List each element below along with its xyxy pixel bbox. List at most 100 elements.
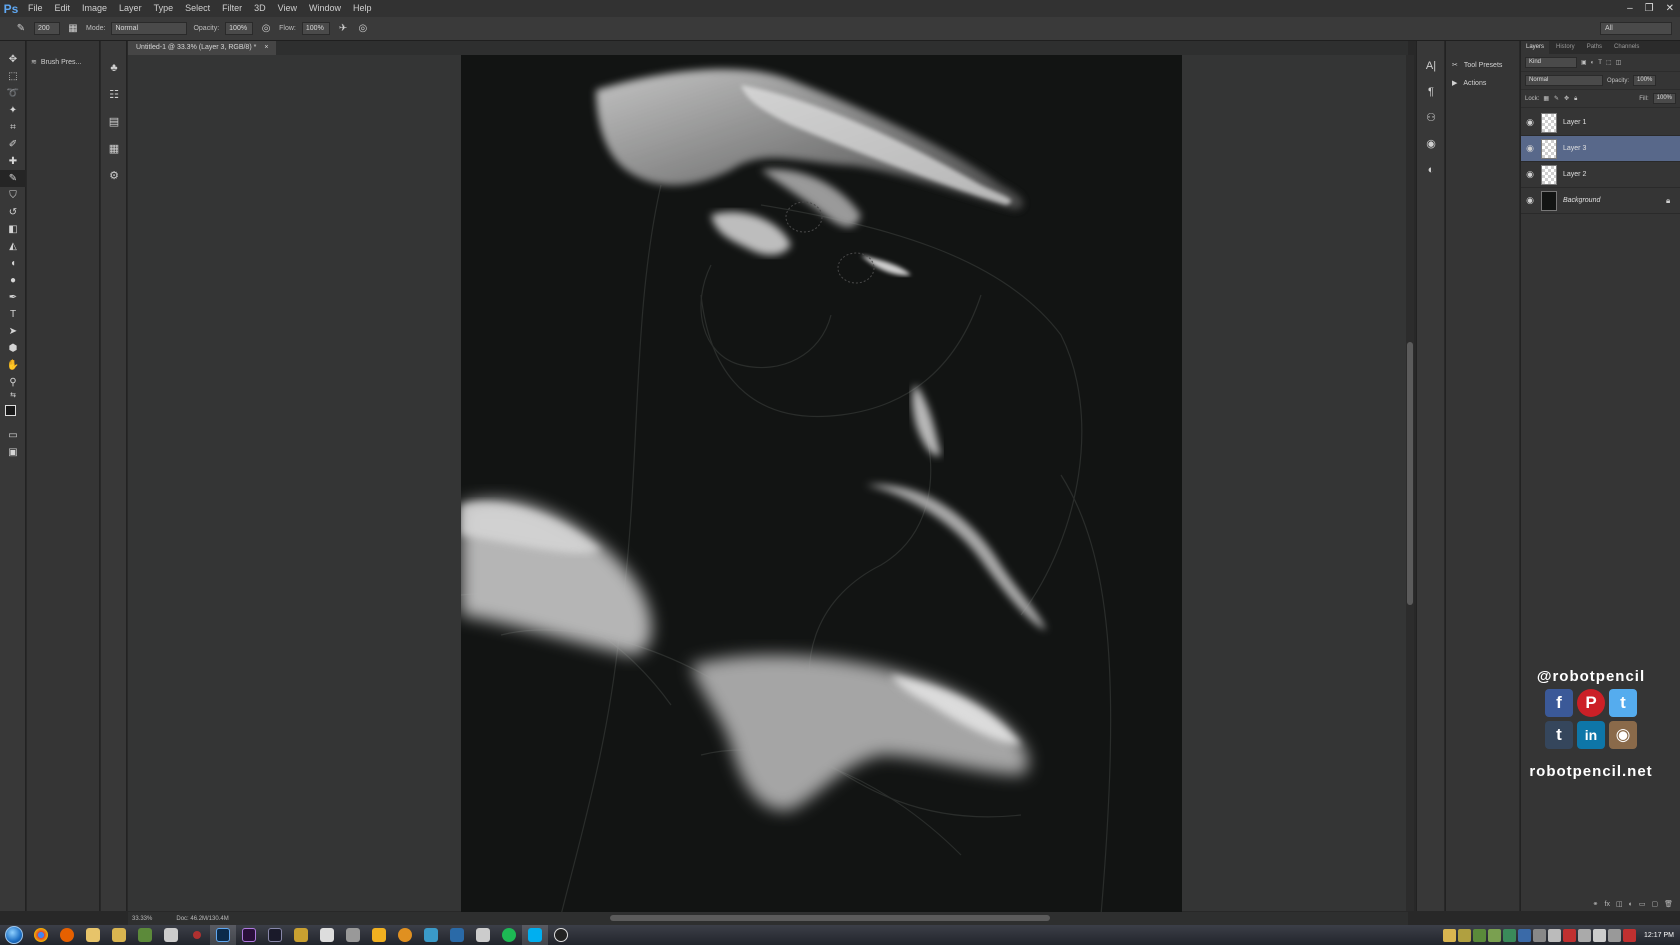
menu-window[interactable]: Window: [303, 0, 347, 17]
tab-layers[interactable]: Layers: [1521, 41, 1550, 54]
menu-edit[interactable]: Edit: [49, 0, 77, 17]
info-icon[interactable]: ◐: [1417, 157, 1445, 183]
tray-icon[interactable]: [1503, 928, 1517, 942]
properties-icon[interactable]: ▤: [101, 109, 127, 136]
vertical-scrollbar[interactable]: [1406, 55, 1414, 911]
mode-select[interactable]: Normal: [111, 22, 188, 35]
vertical-scroll-thumb[interactable]: [1407, 342, 1413, 605]
character-icon[interactable]: A|: [1417, 53, 1445, 79]
terminal-icon[interactable]: [262, 925, 288, 945]
clone-stamp-tool-icon[interactable]: ⛉: [0, 187, 26, 204]
tray-icon[interactable]: [1548, 928, 1562, 942]
hand-tool-icon[interactable]: ✋: [0, 357, 26, 374]
menu-type[interactable]: Type: [148, 0, 180, 17]
lock-app-icon[interactable]: [288, 925, 314, 945]
brush-tool-icon[interactable]: ✎: [0, 170, 26, 187]
horizontal-scrollbar[interactable]: [128, 914, 1406, 922]
crop-tool-icon[interactable]: ⌗: [0, 119, 26, 136]
menu-layer[interactable]: Layer: [113, 0, 148, 17]
delete-layer-icon[interactable]: 🗑︎: [1664, 900, 1673, 908]
tool-icon[interactable]: [340, 925, 366, 945]
history-brush-tool-icon[interactable]: ↺: [0, 204, 26, 221]
type-tool-icon[interactable]: T: [0, 306, 26, 323]
brush-size-picker[interactable]: 200: [34, 22, 60, 35]
horizontal-scroll-thumb[interactable]: [610, 915, 1050, 921]
document-tab[interactable]: Untitled-1 @ 33.3% (Layer 3, RGB/8) * ×: [128, 41, 277, 55]
new-group-icon[interactable]: ▭: [1639, 900, 1646, 908]
foreground-color-swatch[interactable]: [5, 405, 16, 416]
layer-row[interactable]: ◉ Layer 3: [1521, 136, 1680, 162]
screen-mode-icon[interactable]: ▣: [0, 444, 26, 461]
lock-icons[interactable]: ▦✎✥🔒︎: [1543, 95, 1582, 103]
clone-source-icon[interactable]: ⚇: [1417, 105, 1445, 131]
close-button[interactable]: ✕: [1666, 3, 1674, 14]
workspace-select[interactable]: All: [1600, 22, 1672, 35]
quick-mask-icon[interactable]: ▭: [0, 427, 26, 444]
visibility-eye-icon[interactable]: ◉: [1521, 143, 1539, 154]
navigator-icon[interactable]: ◉: [1417, 131, 1445, 157]
eraser-tool-icon[interactable]: ◧: [0, 221, 26, 238]
tray-icon[interactable]: [1473, 928, 1487, 942]
lasso-tool-icon[interactable]: ➰: [0, 85, 26, 102]
blend-mode-select[interactable]: Normal: [1525, 75, 1603, 86]
pressure-opacity-icon[interactable]: ◎: [259, 22, 273, 36]
paragraph-icon[interactable]: ¶: [1417, 79, 1445, 105]
volume-icon[interactable]: [1593, 928, 1607, 942]
calculator-icon[interactable]: [470, 925, 496, 945]
spotify-icon[interactable]: [496, 925, 522, 945]
restore-button[interactable]: ❐: [1645, 3, 1654, 14]
menu-image[interactable]: Image: [76, 0, 113, 17]
paint-bucket-tool-icon[interactable]: ◭: [0, 238, 26, 255]
tray-icon[interactable]: [1518, 928, 1532, 942]
chrome-icon[interactable]: [28, 925, 54, 945]
opacity-field[interactable]: 100%: [225, 22, 254, 35]
layer-opacity-field[interactable]: 100%: [1633, 75, 1657, 86]
zoom-tool-icon[interactable]: ⚲: [0, 374, 26, 391]
brush-tool-icon[interactable]: ✎: [14, 22, 28, 36]
brush-panel-toggle-icon[interactable]: ▦: [66, 22, 80, 36]
layer-style-icon[interactable]: fx: [1605, 901, 1610, 908]
flow-field[interactable]: 100%: [301, 22, 330, 35]
photoshop-task-icon[interactable]: [210, 925, 236, 945]
record-icon[interactable]: [184, 925, 210, 945]
link-layers-icon[interactable]: ⚭: [1593, 900, 1599, 908]
brush-presets-button[interactable]: ≋ Brush Pres...: [31, 54, 95, 70]
visibility-eye-icon[interactable]: ◉: [1521, 169, 1539, 180]
tray-icon[interactable]: [1488, 928, 1502, 942]
tray-icon[interactable]: [1458, 928, 1472, 942]
menu-filter[interactable]: Filter: [216, 0, 248, 17]
adjustments-icon[interactable]: ☷: [101, 82, 127, 109]
tab-channels[interactable]: Channels: [1609, 41, 1644, 54]
notes-icon[interactable]: [314, 925, 340, 945]
tray-icon[interactable]: [1623, 928, 1637, 942]
dodge-tool-icon[interactable]: ●: [0, 272, 26, 289]
tray-icon[interactable]: [1443, 928, 1457, 942]
document-tab-close[interactable]: ×: [264, 41, 268, 55]
tool-presets-button[interactable]: ✂ Tool Presets: [1446, 56, 1519, 74]
fill-field[interactable]: 100%: [1652, 93, 1676, 104]
swatches-icon[interactable]: ▦: [101, 136, 127, 163]
airbrush-icon[interactable]: ✈: [336, 22, 350, 36]
minimize-button[interactable]: –: [1627, 3, 1633, 14]
layer-row[interactable]: ◉ Background 🔒︎: [1521, 188, 1680, 214]
new-layer-icon[interactable]: ▢: [1651, 900, 1658, 908]
add-mask-icon[interactable]: ◫: [1616, 900, 1623, 908]
shape-tool-icon[interactable]: ⬢: [0, 340, 26, 357]
premiere-icon[interactable]: [236, 925, 262, 945]
obs-icon[interactable]: [548, 925, 574, 945]
actions-button[interactable]: ▶ Actions: [1446, 74, 1519, 92]
tab-paths[interactable]: Paths: [1582, 41, 1607, 54]
tab-history[interactable]: History: [1551, 41, 1580, 54]
quick-select-tool-icon[interactable]: ✦: [0, 102, 26, 119]
healing-brush-tool-icon[interactable]: ✚: [0, 153, 26, 170]
clock[interactable]: 12:17 PM: [1644, 932, 1674, 939]
visibility-eye-icon[interactable]: ◉: [1521, 195, 1539, 206]
tray-icon[interactable]: [1578, 928, 1592, 942]
brush-icon[interactable]: ♣: [101, 55, 127, 82]
menu-3d[interactable]: 3D: [248, 0, 272, 17]
pressure-size-icon[interactable]: ◎: [356, 22, 370, 36]
move-tool-icon[interactable]: ✥: [0, 51, 26, 68]
tray-icon[interactable]: [1533, 928, 1547, 942]
network-icon[interactable]: [1608, 928, 1622, 942]
folder-icon[interactable]: [106, 925, 132, 945]
